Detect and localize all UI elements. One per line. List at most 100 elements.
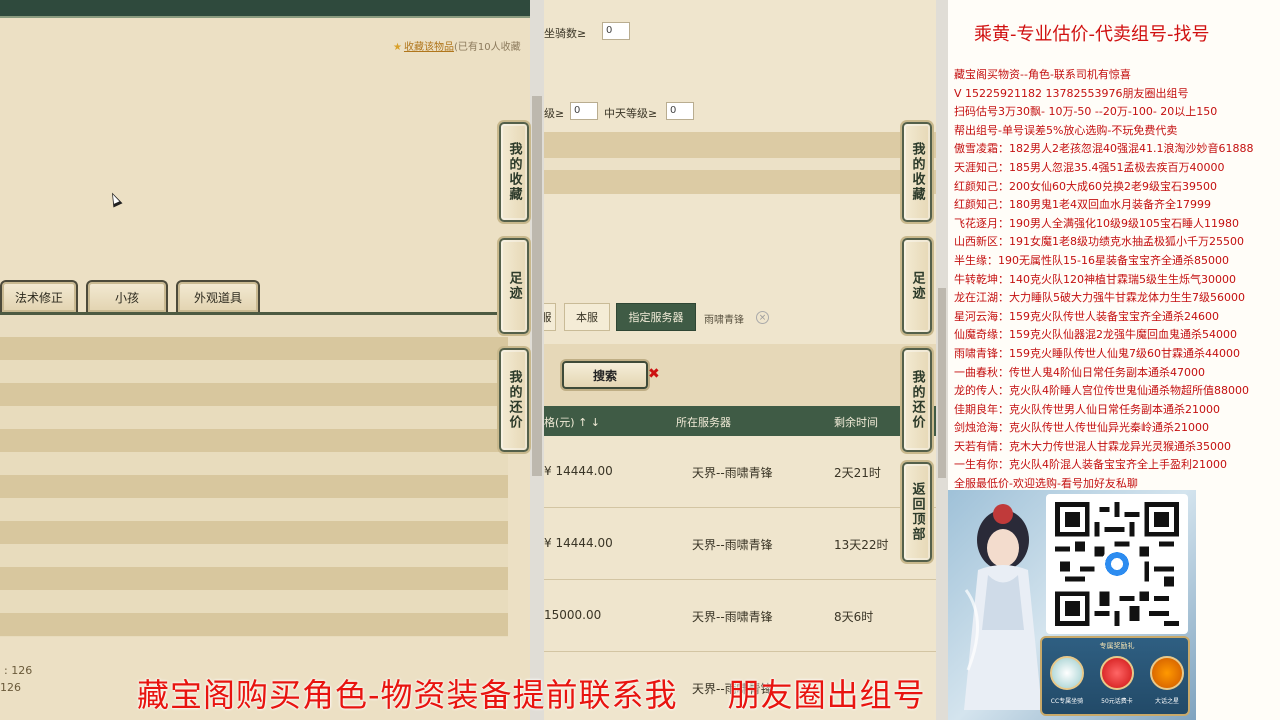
specify-server-button[interactable]: 指定服务器 [616,303,696,331]
favorite-note: ★ 收藏该物品(已有10人收藏 [393,38,521,53]
server-filter-row: 服 本服 指定服务器 雨啸青锋 × [544,303,936,335]
price-cell: ¥ 14444.00 [544,464,613,478]
zhongtian-level-input[interactable]: 0 [666,102,694,120]
filter-band [544,132,936,158]
middle-scrollbar[interactable] [936,0,948,720]
ad-line: 天涯知己：185男人忽混35.4强51孟极去疾百万40000 [954,160,1225,174]
price-cell: 15000.00 [544,608,602,622]
time-cell: 13天22时 [834,538,889,552]
ad-line: 半生缘：190无属性队15-16星装备宝宝齐全通杀85000 [954,253,1229,267]
ad-title: 乘黄-专业估价-代卖组号-找号 [974,24,1210,45]
level-label: 级≥ [544,107,565,120]
footprint-button[interactable]: 足迹 [499,238,529,334]
favorite-count: (已有10人收藏 [453,42,521,53]
level-input[interactable]: 0 [570,102,598,120]
ad-line: 红颜知己：180男鬼1老4双回血水月装备齐全17999 [954,198,1211,212]
ad-line: 星河云海：159克火队传世人装备宝宝齐全通杀24600 [954,309,1219,323]
left-top-bar-line [0,16,530,18]
footprint-button[interactable]: 足迹 [902,238,932,334]
reward-card-title: 专属奖励礼 [1099,642,1135,650]
ad-line: 傲雪凌霜：182男人2老孩忽混40强混41.1浪淘沙妙音61888 [954,142,1254,156]
search-button[interactable]: 搜索 [562,361,648,389]
tab-spell-correction[interactable]: 法术修正 [0,280,78,312]
server-cell: 天界--雨啸青锋 [692,610,773,624]
back-to-top-button[interactable]: 返回顶部 [902,462,932,562]
mount-count-input[interactable]: 0 [602,22,630,40]
reward-caption: 50元话费卡 [1101,698,1133,705]
my-bargain-button[interactable]: 我的还价 [902,348,932,452]
server-cell: 天界--雨啸青锋 [692,538,773,552]
ad-line: 龙的传人：克火队4阶睡人宫位传世鬼仙通杀物超所值88000 [954,384,1249,398]
left-scrollbar[interactable] [530,0,544,720]
close-icon: ✖ [648,366,660,382]
price-cell: ¥ 14444.00 [544,536,613,550]
ad-line: 一曲春秋：传世人鬼4阶仙日常任务副本通杀47000 [954,365,1205,379]
ad-line: 山西新区：191女魔1老8级功绩克水抽孟极狐小千万25500 [954,235,1244,249]
stream-caption: 藏宝阁购买角色-物资装备提前联系我 朋友圈出组号 [137,670,926,716]
clear-server-icon[interactable]: × [756,311,769,324]
left-scrollbar-thumb[interactable] [532,96,542,476]
filter-band [544,170,936,194]
time-cell: 2天21时 [834,466,881,480]
stat-value-2: 126 [0,681,21,694]
ad-line: 红颜知己：200女仙60大成60兑换2老9级宝石39500 [954,179,1217,193]
all-servers-button[interactable]: 服 [544,303,556,331]
tab-content-header [0,315,498,337]
ad-line: 扫码估号3万30飘- 10万-50 --20万-100- 20以上150 [954,105,1218,119]
price-column-header[interactable]: 格(元) ↑ ↓ [544,414,600,430]
reward-caption: CC专属坐骑 [1050,698,1084,705]
selected-server-label: 雨啸青锋 [704,315,744,326]
server-cell: 天界--雨啸青锋 [692,466,773,480]
ad-line: 牛转乾坤：140克火队120神植甘霖瑞5级生生烁气30000 [954,272,1236,286]
table-header: 格(元) ↑ ↓ 所在服务器 剩余时间 [544,406,936,436]
phone-card-reward-icon [1100,656,1134,690]
character-portrait [964,504,1042,710]
reward-card: 专属奖励礼 CC专属坐骑 50元话费卡 大话之星 [1040,636,1190,716]
table-row[interactable]: 15000.00 天界--雨啸青锋 8天6时 [544,580,936,652]
ad-line: 帮出组号-单号误差5%放心选购-不玩免费代卖 [954,123,1178,137]
item-list-stripes [0,337,508,637]
star-reward-icon [1150,656,1184,690]
time-column-header: 剩余时间 [834,416,878,429]
ad-line: 飞花逐月：190男人全满强化10级9级105宝石睡人11980 [954,216,1239,230]
ad-line: 佳期良年：克火队传世男人仙日常任务副本通杀21000 [954,402,1220,416]
my-favorites-button[interactable]: 我的收藏 [902,122,932,222]
mount-count-label: 坐骑数≥ [544,27,587,40]
promo-image: 专属奖励礼 CC专属坐骑 50元话费卡 大话之星 [948,490,1196,720]
search-zone: 搜索 ✖ [544,344,936,406]
ad-panel: 乘黄-专业估价-代卖组号-找号 藏宝阁买物资--角色-联系司机有惊喜 V 152… [948,0,1280,720]
middle-panel: 坐骑数≥ 0 级≥ 0 中天等级≥ 0 服 本服 指定服务器 雨啸青锋 × 搜索… [544,0,936,720]
local-server-button[interactable]: 本服 [564,303,610,331]
time-cell: 8天6时 [834,610,874,624]
ad-line: 一生有你：克火队4阶混人装备宝宝齐全上手盈利21000 [954,458,1227,472]
mouse-cursor-icon [107,190,123,208]
middle-scrollbar-thumb[interactable] [938,288,946,478]
qr-code[interactable] [1046,494,1188,634]
table-row[interactable]: ¥ 14444.00 天界--雨啸青锋 2天21时 [544,436,936,508]
tab-appearance-items[interactable]: 外观道具 [176,280,260,312]
filter-area: 坐骑数≥ 0 级≥ 0 中天等级≥ 0 [544,0,936,132]
mount-reward-icon [1050,656,1084,690]
left-panel: ★ 收藏该物品(已有10人收藏 法术修正 小孩 外观道具 : 126 126 [0,0,530,720]
star-icon: ★ [393,42,402,53]
ad-line: 剑烛沧海：克火队传世人传世仙异光秦岭通杀21000 [954,421,1209,435]
favorite-link[interactable]: 收藏该物品 [404,42,454,53]
left-top-bar [0,0,530,16]
table-row[interactable]: ¥ 14444.00 天界--雨啸青锋 13天22时 [544,508,936,580]
my-favorites-button[interactable]: 我的收藏 [499,122,529,222]
ad-line: 龙在江湖：大力睡队5破大力强牛甘霖龙体力生生7级56000 [954,291,1245,305]
filter-spacer [544,194,936,298]
ad-line: 仙魔奇缘：159克火队仙器混2龙强牛魔回血鬼通杀54000 [954,328,1237,342]
my-bargain-button[interactable]: 我的还价 [499,348,529,452]
ad-line: V 15225921182 13782553976朋友圈出组号 [954,86,1189,100]
caption-part-1: 藏宝阁购买角色-物资装备提前联系我 [137,676,678,714]
filter-band [544,158,936,170]
ad-line: 藏宝阁买物资--角色-联系司机有惊喜 [954,68,1131,81]
reward-caption: 大话之星 [1154,698,1179,705]
ad-line-list: 藏宝阁买物资--角色-联系司机有惊喜 V 15225921182 1378255… [954,66,1274,494]
zhongtian-level-label: 中天等级≥ [604,107,658,120]
tab-child[interactable]: 小孩 [86,280,168,312]
ad-line: 雨啸青锋：159克火睡队传世人仙鬼7级60甘霖通杀44000 [954,346,1240,360]
stat-value-1: : 126 [4,664,33,677]
ad-line: 天若有情：克木大力传世混人甘霖龙异光灵猴通杀35000 [954,439,1231,453]
